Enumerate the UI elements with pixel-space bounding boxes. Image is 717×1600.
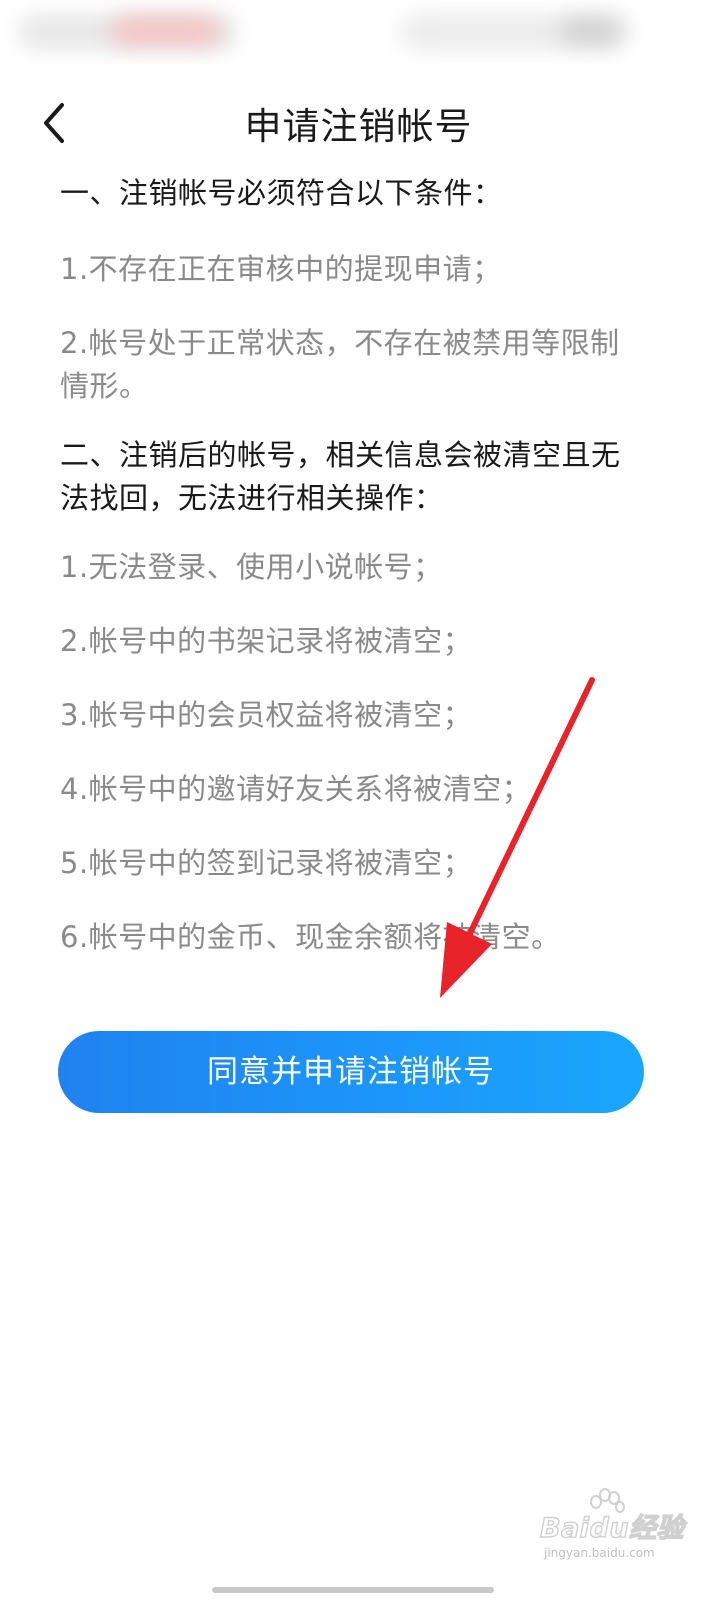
- consequence-item: 6.帐号中的金币、现金余额将被清空。: [60, 920, 561, 954]
- header: 申请注销帐号: [0, 84, 717, 160]
- home-indicator[interactable]: [212, 1587, 494, 1593]
- agree-and-apply-button[interactable]: 同意并申请注销帐号: [58, 1031, 644, 1113]
- condition-item: 2.帐号处于正常状态，不存在被禁用等限制情形。: [60, 326, 620, 403]
- consequence-item: 3.帐号中的会员权益将被清空；: [60, 698, 473, 732]
- status-bar: [0, 0, 717, 64]
- screen: 申请注销帐号 一、注销帐号必须符合以下条件： 1.不存在正在审核中的提现申请； …: [0, 0, 717, 1600]
- status-bar-left-blurred-accent: [110, 16, 220, 46]
- watermark-brand: Baidu经验: [539, 1512, 685, 1544]
- baidu-jingyan-watermark: Baidu经验 jingyan.baidu.com: [536, 1488, 706, 1568]
- consequence-item: 1.无法登录、使用小说帐号；: [60, 550, 443, 584]
- section1-heading: 一、注销帐号必须符合以下条件：: [60, 176, 503, 210]
- consequence-item: 2.帐号中的书架记录将被清空；: [60, 624, 473, 658]
- page-title: 申请注销帐号: [244, 105, 473, 148]
- condition-item: 1.不存在正在审核中的提现申请；: [60, 252, 502, 286]
- consequence-item: 4.帐号中的邀请好友关系将被清空；: [60, 772, 532, 806]
- status-bar-battery-blurred: [560, 18, 620, 44]
- consequence-item: 5.帐号中的签到记录将被清空；: [60, 846, 473, 880]
- watermark-url: jingyan.baidu.com: [544, 1546, 655, 1560]
- section2-heading: 二、注销后的帐号，相关信息会被清空且无法找回，无法进行相关操作：: [60, 438, 621, 515]
